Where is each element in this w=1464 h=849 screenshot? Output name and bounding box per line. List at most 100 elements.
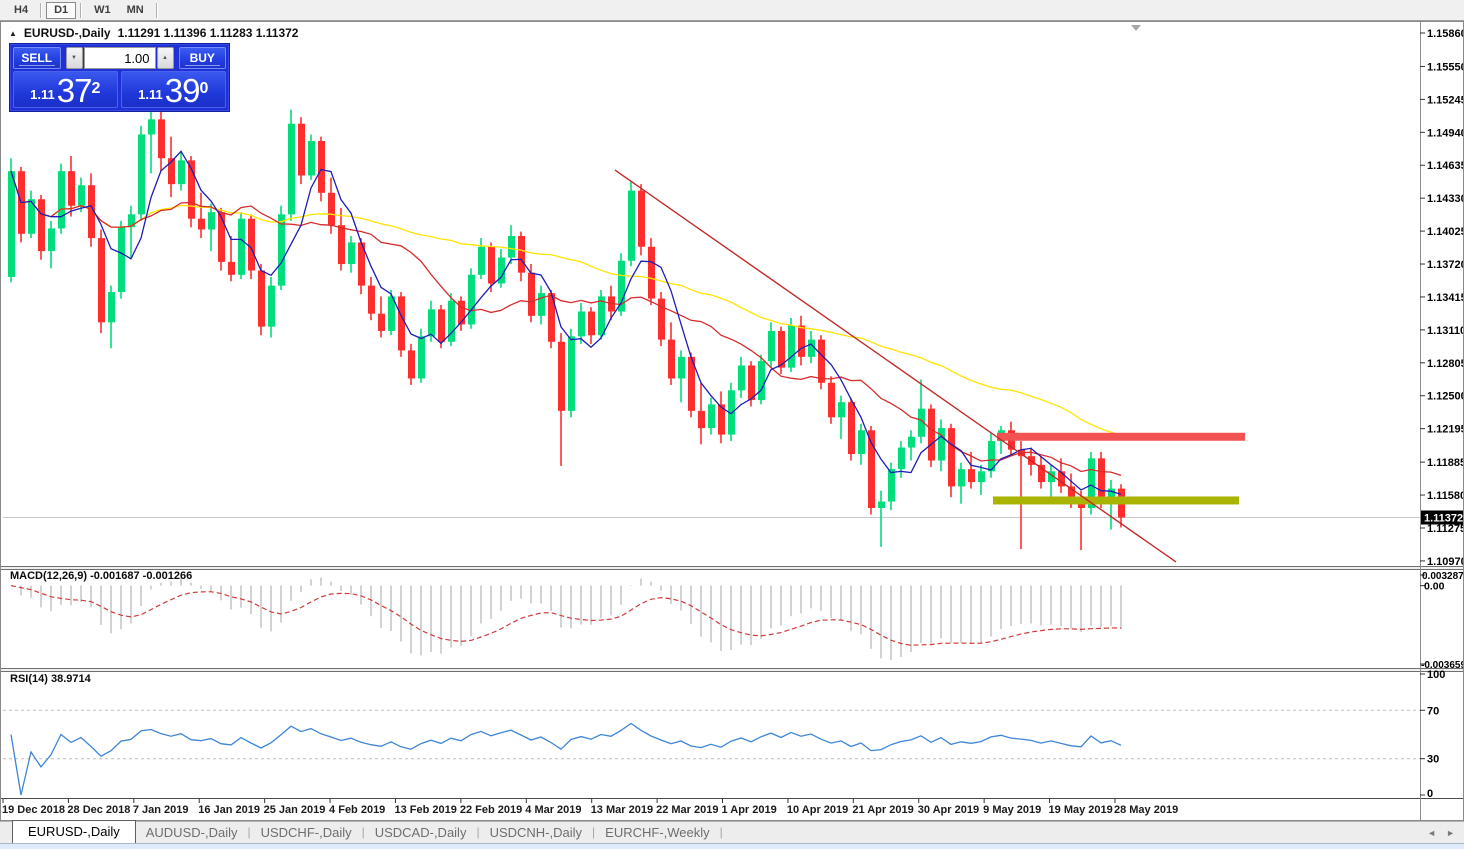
ohlc-values: 1.11291 1.11396 1.11283 1.11372 <box>118 26 299 40</box>
volume-decrease-button[interactable]: ▼ <box>66 47 83 69</box>
mt4-window: { "toolbar": { "timeframes": [ {"label":… <box>0 0 1464 849</box>
candle-body <box>958 469 965 486</box>
status-strip <box>0 843 1464 849</box>
tab-audusd-daily[interactable]: AUDUSD-,Daily <box>136 822 248 843</box>
candle-body <box>948 428 955 486</box>
sell-price-button[interactable]: 1.11372 <box>13 71 118 108</box>
price-axis-tick-label: 1.15245 <box>1427 94 1464 106</box>
candle-body <box>938 428 945 460</box>
candle-body <box>698 411 705 428</box>
candle-body <box>478 247 485 275</box>
candle-body <box>888 469 895 501</box>
time-axis-label: 1 Apr 2019 <box>722 804 777 816</box>
candle-body <box>138 134 145 214</box>
tab-usdcad-daily[interactable]: USDCAD-,Daily <box>365 822 477 843</box>
candle-body <box>218 212 225 262</box>
candle-body <box>678 357 685 379</box>
candle-body <box>288 124 295 215</box>
candle-body <box>118 227 125 292</box>
chart-canvas[interactable]: 1.158601.155501.152451.149401.146351.143… <box>0 21 1464 821</box>
candle-body <box>848 402 855 454</box>
buy-price-sup: 0 <box>199 80 208 98</box>
candle-body <box>828 383 835 418</box>
candle-body <box>238 219 245 275</box>
rsi-axis-label: 30 <box>1427 754 1439 766</box>
macd-indicator-label: MACD(12,26,9) -0.001687 -0.001266 <box>10 570 192 582</box>
one-click-trading-panel: SELL ▼ ▲ BUY 1.11372 1.11390 <box>10 44 229 111</box>
price-axis-tick-label: 1.14940 <box>1427 127 1464 139</box>
time-axis-label: 28 Dec 2018 <box>67 804 130 816</box>
time-axis-label: 10 Apr 2019 <box>787 804 848 816</box>
time-axis-label: 19 May 2019 <box>1049 804 1113 816</box>
candle-body <box>418 336 425 378</box>
tab-usdcnh-daily[interactable]: USDCNH-,Daily <box>480 822 592 843</box>
buy-button[interactable]: BUY <box>179 47 227 69</box>
volume-input[interactable] <box>84 47 156 69</box>
chart-tab-bar: EURUSD-,Daily AUDUSD-,Daily | USDCHF-,Da… <box>0 821 1464 843</box>
candle-body <box>748 366 755 401</box>
candle-body <box>8 171 15 277</box>
one-click-panel-toggle-icon[interactable]: ▲ <box>9 29 17 38</box>
time-axis-label: 7 Jan 2019 <box>133 804 189 816</box>
candle-body <box>758 361 765 400</box>
timeframe-d1-button[interactable]: D1 <box>46 2 76 19</box>
candle-body <box>878 502 885 508</box>
current-price-tag-label: 1.11372 <box>1424 513 1463 525</box>
price-axis-tick-label: 1.14330 <box>1427 193 1464 205</box>
rsi-axis-label: 0 <box>1427 788 1433 800</box>
sell-button[interactable]: SELL <box>13 47 61 69</box>
candle-body <box>318 141 325 193</box>
support-band[interactable] <box>993 496 1239 504</box>
time-axis-label: 13 Mar 2019 <box>591 804 653 816</box>
candle-body <box>968 469 975 482</box>
chevron-up-icon: ▲ <box>162 55 168 61</box>
time-axis-label: 25 Jan 2019 <box>264 804 326 816</box>
trade-panel-controls: SELL ▼ ▲ BUY <box>13 47 226 69</box>
sell-price-prefix: 1.11 <box>30 87 55 107</box>
volume-increase-button[interactable]: ▲ <box>157 47 174 69</box>
candle-body <box>58 171 65 228</box>
timeframe-h4-button[interactable]: H4 <box>6 2 36 19</box>
tab-usdchf-daily[interactable]: USDCHF-,Daily <box>251 822 362 843</box>
tab-scroll-right-button[interactable]: ► <box>1446 828 1455 838</box>
candle-body <box>468 275 475 325</box>
candle-body <box>1098 458 1105 499</box>
arrow-left-icon: ◄ <box>1427 828 1436 838</box>
tab-eurchf-weekly[interactable]: EURCHF-,Weekly <box>595 822 720 843</box>
rsi-axis-label: 70 <box>1427 705 1439 717</box>
sell-price-big: 37 <box>57 74 92 107</box>
toolbar-separator <box>156 3 158 18</box>
candle-body <box>518 236 525 273</box>
time-axis-label: 13 Feb 2019 <box>394 804 456 816</box>
tab-scroll-left-button[interactable]: ◄ <box>1427 828 1436 838</box>
toolbar-separator <box>80 3 82 18</box>
price-axis-tick-label: 1.11885 <box>1427 457 1464 469</box>
candle-body <box>438 309 445 341</box>
resistance-band[interactable] <box>997 433 1245 441</box>
price-axis-tick-label: 1.10970 <box>1427 556 1464 568</box>
timeframe-mn-button[interactable]: MN <box>119 2 152 19</box>
timeframe-w1-button[interactable]: W1 <box>86 2 119 19</box>
tab-separator: | <box>720 825 723 843</box>
candle-body <box>348 242 355 264</box>
sell-price-sup: 2 <box>91 80 100 98</box>
volume-stepper: ▼ ▲ <box>66 47 174 69</box>
tab-eurusd-daily[interactable]: EURUSD-,Daily <box>12 820 136 843</box>
buy-price-prefix: 1.11 <box>138 87 163 107</box>
candle-body <box>808 340 815 357</box>
candle-body <box>178 160 185 184</box>
buy-price-button[interactable]: 1.11390 <box>121 71 227 108</box>
time-axis-label: 21 Apr 2019 <box>852 804 913 816</box>
candle-body <box>788 326 795 368</box>
buy-price-big: 39 <box>165 74 200 107</box>
candle-body <box>578 312 585 337</box>
candle-body <box>428 309 435 336</box>
time-axis-label: 28 May 2019 <box>1114 804 1178 816</box>
price-axis-tick-label: 1.13415 <box>1427 292 1464 304</box>
candle-body <box>368 286 375 314</box>
candle-body <box>568 336 575 410</box>
candle-body <box>278 214 285 285</box>
candle-body <box>338 225 345 264</box>
candle-body <box>908 437 915 448</box>
candle-body <box>838 402 845 417</box>
